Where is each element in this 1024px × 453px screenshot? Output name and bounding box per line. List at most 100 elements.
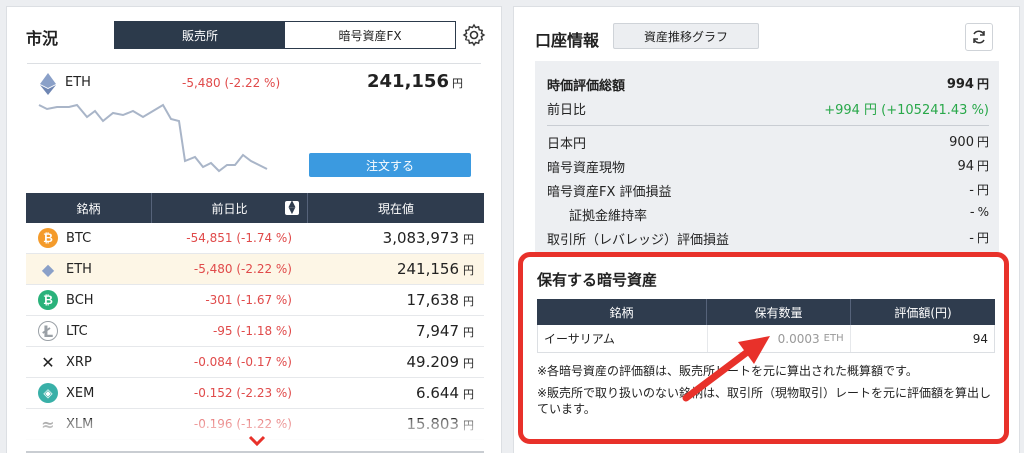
coin-symbol: LTC	[66, 323, 88, 339]
jpy-amount: 900	[949, 135, 974, 150]
coin-change: -95 (-1.18 %)	[212, 324, 292, 338]
table-row[interactable]: ₿ BTC -54,851 (-1.74 %) 3,083,973 円	[26, 223, 484, 254]
market-table: 銘柄 前日比 ▲ ▼ 現在値 ₿ BTC -54,851 (-1.74 %) 3,083,…	[26, 193, 484, 440]
col-change-label: 前日比	[211, 201, 248, 216]
gear-icon[interactable]	[462, 23, 486, 47]
holding-qty-unit: ETH	[823, 333, 844, 344]
coin-symbol: BTC	[66, 230, 92, 246]
featured-price-value: 241,156	[367, 71, 449, 92]
market-table-header: 銘柄 前日比 ▲ ▼ 現在値	[26, 193, 484, 223]
col-price[interactable]: 現在値	[308, 193, 484, 223]
coin-price: 17,638 円	[308, 291, 484, 309]
coin-price: 49.209 円	[308, 353, 484, 371]
featured-price: 241,156 円	[367, 71, 463, 92]
exchange-amount: -	[969, 231, 974, 246]
tab-hanbaijo[interactable]: 販売所	[115, 22, 285, 48]
account-title: 口座情報	[535, 31, 600, 50]
spot-label: 暗号資産現物	[547, 161, 626, 176]
sparkline-chart	[38, 103, 268, 173]
table-row[interactable]: ✕ XRP -0.084 (-0.17 %) 49.209 円	[26, 347, 484, 378]
table-row[interactable]: ◆ ETH -5,480 (-2.22 %) 241,156 円	[26, 254, 484, 285]
yen-unit: 円	[976, 135, 989, 149]
coin-price: 6.644 円	[308, 384, 484, 402]
margin-amount: -	[969, 205, 975, 220]
prev-label: 前日比	[547, 103, 587, 118]
fx-row: 暗号資産FX 評価損益 -円	[547, 181, 989, 200]
ethereum-icon: ◆	[41, 259, 55, 279]
red-arrow-annotation	[682, 336, 770, 402]
table-row[interactable]: ◈ XEM -0.152 (-2.23 %) 6.644 円	[26, 378, 484, 409]
spot-value: 94 円	[957, 157, 989, 176]
table-row[interactable]: ₿ BCH -301 (-1.67 %) 17,638 円	[26, 285, 484, 316]
yen-unit: 円	[463, 388, 474, 401]
holdings-title: 保有する暗号資産	[537, 271, 658, 289]
coin-cell: ₿ BCH	[26, 290, 152, 310]
percent-unit: %	[977, 205, 989, 219]
coin-cell: ✕ XRP	[26, 352, 152, 372]
coin-price-value: 3,083,973	[382, 229, 459, 247]
margin-value: -%	[970, 205, 989, 224]
coin-cell: ◈ XEM	[26, 383, 152, 403]
tab-crypto-fx[interactable]: 暗号資産FX	[285, 22, 455, 48]
sort-icon[interactable]: ▲ ▼	[285, 200, 299, 216]
order-button[interactable]: 注文する	[309, 153, 471, 177]
total-label: 時価評価総額	[547, 79, 626, 94]
bitcoin-cash-icon: ₿	[38, 290, 58, 310]
holdings-table-header: 銘柄 保有数量 評価額(円)	[537, 299, 995, 325]
holding-qty-amount: 0.0003	[777, 331, 820, 346]
coin-symbol: BCH	[66, 292, 94, 308]
holding-value: 94	[972, 331, 988, 346]
yen-unit: 円	[463, 357, 474, 370]
chevron-down-icon[interactable]	[247, 434, 267, 448]
prev-value: +994 円 (+105241.43 %)	[824, 103, 989, 118]
bitcoin-icon: ₿	[38, 228, 58, 248]
spot-amount: 94	[957, 159, 974, 174]
coin-price-value: 6.644	[416, 384, 459, 402]
coin-price-value: 17,638	[406, 291, 460, 309]
yen-unit: 円	[451, 77, 463, 90]
coin-change: -5,480 (-2.22 %)	[193, 262, 292, 276]
fx-value: -円	[969, 181, 989, 200]
yen-unit: 円	[463, 295, 474, 308]
coin-price: 241,156 円	[308, 260, 484, 278]
fx-amount: -	[969, 183, 974, 198]
coin-price: 7,947 円	[308, 322, 484, 340]
refresh-button[interactable]	[965, 23, 993, 51]
coin-symbol: ETH	[66, 261, 92, 277]
featured-change: -5,480 (-2.22 %)	[182, 76, 281, 90]
coin-change: -301 (-1.67 %)	[205, 293, 292, 307]
coin-price-value: 241,156	[396, 260, 459, 278]
col-change[interactable]: 前日比 ▲ ▼	[152, 193, 308, 223]
coin-price: 3,083,973 円	[308, 229, 484, 247]
margin-row: 証拠金維持率 -%	[569, 205, 989, 224]
margin-label: 証拠金維持率	[569, 209, 648, 224]
exchange-label: 取引所（レバレッジ）評価損益	[547, 233, 730, 248]
col-symbol[interactable]: 銘柄	[26, 193, 152, 223]
market-tabs: 販売所 暗号資産FX	[114, 21, 456, 49]
table-row[interactable]: Ł LTC -95 (-1.18 %) 7,947 円	[26, 316, 484, 347]
coin-cell: Ł LTC	[26, 321, 152, 341]
total-amount: 994	[946, 77, 974, 92]
prev-row: 前日比 +994 円 (+105241.43 %)	[547, 99, 989, 118]
market-title: 市況	[26, 29, 59, 48]
divider	[547, 125, 989, 126]
col-value: 評価額(円)	[894, 305, 952, 320]
coin-change: -0.152 (-2.23 %)	[193, 386, 292, 400]
col-qty: 保有数量	[707, 299, 851, 325]
coin-cell: ₿ BTC	[26, 228, 152, 248]
yen-unit: 円	[976, 231, 989, 245]
asset-history-button[interactable]: 資産推移グラフ	[613, 23, 759, 49]
yen-unit: 円	[463, 233, 474, 246]
nem-icon: ◈	[38, 383, 58, 403]
exchange-row: 取引所（レバレッジ）評価損益 -円	[547, 229, 989, 248]
ethereum-icon	[40, 73, 56, 95]
yen-unit: 円	[463, 264, 474, 277]
xrp-icon: ✕	[41, 352, 55, 372]
total-value: 994 円	[947, 75, 989, 94]
total-row: 時価評価総額 994 円	[547, 75, 989, 94]
featured-symbol: ETH	[65, 75, 91, 90]
yen-unit: 円	[463, 326, 474, 339]
coin-price-value: 49.209	[406, 353, 460, 371]
litecoin-icon: Ł	[38, 321, 58, 341]
spot-row: 暗号資産現物 94 円	[547, 157, 989, 176]
